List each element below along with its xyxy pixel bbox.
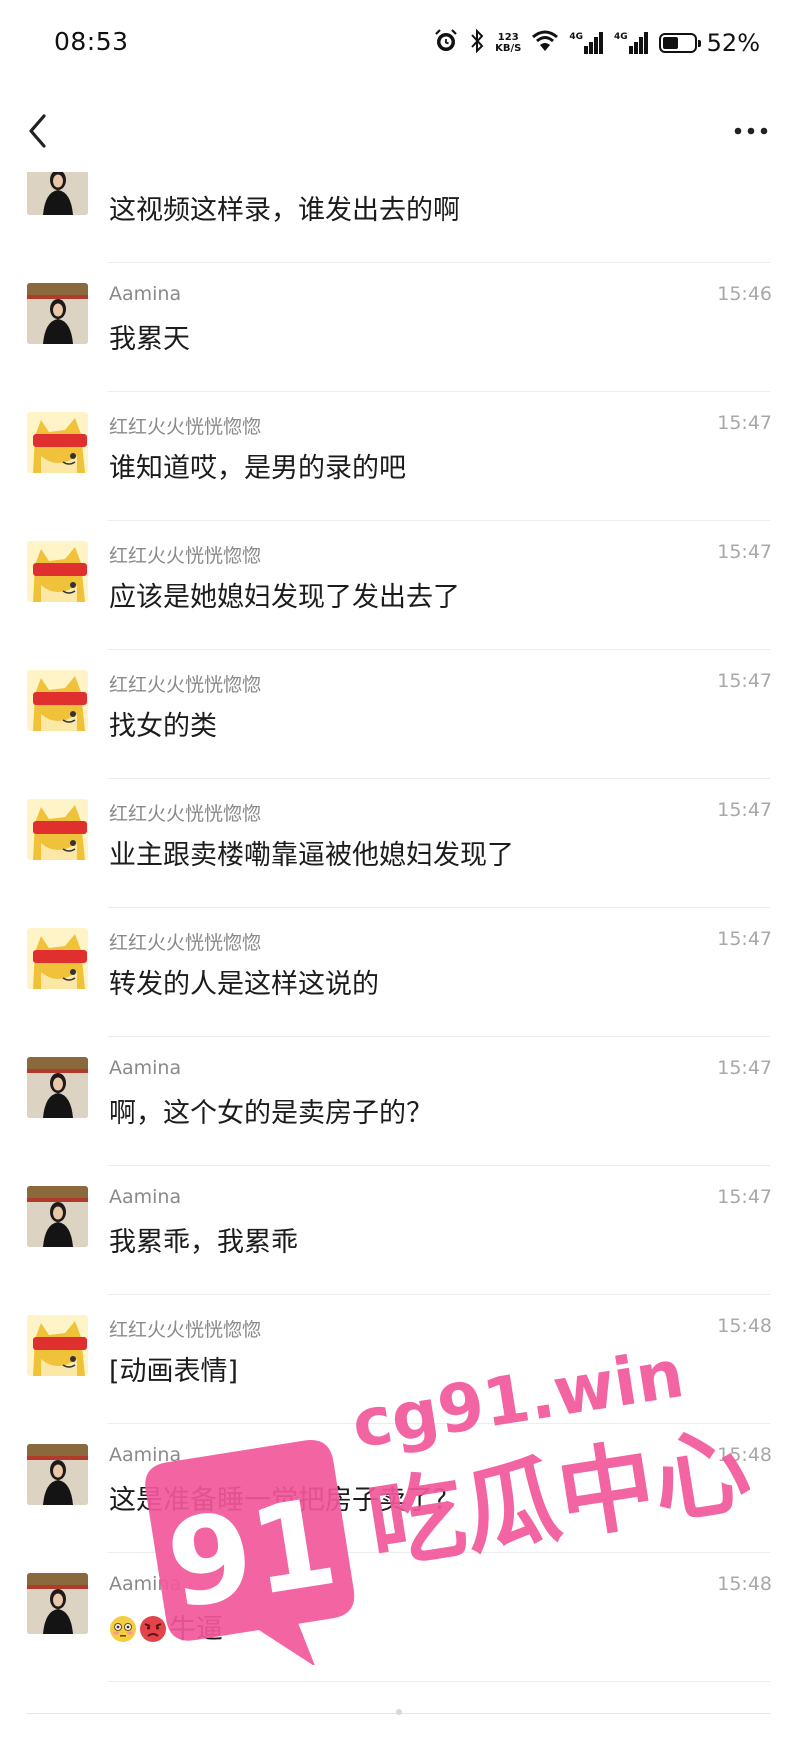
more-horizontal-icon <box>734 127 768 135</box>
message-divider <box>108 1681 770 1682</box>
message-text: 应该是她媳妇发现了发出去了 <box>109 575 460 614</box>
message-item[interactable]: 红红火火恍恍惚惚 15:48 [动画表情] <box>0 1295 800 1424</box>
message-item[interactable]: 红红火火恍恍惚惚 15:47 谁知道哎，是男的录的吧 <box>0 392 800 521</box>
message-item[interactable]: 红红火火恍恍惚惚 15:47 找女的类 <box>0 650 800 779</box>
wifi-icon <box>531 29 559 57</box>
message-time: 15:48 <box>717 1444 772 1466</box>
message-text: 这是准备睡一觉把房子卖了？ <box>109 1478 460 1517</box>
avatar-portrait[interactable] <box>27 1057 88 1118</box>
more-button[interactable] <box>732 116 772 146</box>
message-item[interactable]: Aamina 15:47 我累乖，我累乖 <box>0 1166 800 1295</box>
message-text: 我累天 <box>109 317 190 356</box>
message-time: 15:48 <box>717 1573 772 1595</box>
message-sender: Aamina <box>109 172 181 176</box>
message-time: 15:47 <box>717 1186 772 1208</box>
message-time: 15:47 <box>717 799 772 821</box>
message-time: 15:47 <box>717 670 772 692</box>
message-sender: Aamina <box>109 1444 182 1466</box>
net-speed-value: 123 <box>497 32 519 43</box>
message-time: 15:47 <box>717 412 772 434</box>
avatar-portrait[interactable] <box>27 1573 88 1634</box>
battery-percent: 52% <box>706 29 760 57</box>
message-text: 业主跟卖楼嘞靠逼被他媳妇发现了 <box>109 833 514 872</box>
avatar-portrait[interactable] <box>27 1186 88 1247</box>
signal-sim1-icon: 4G <box>569 32 604 54</box>
avatar-doge-icon[interactable] <box>27 670 88 731</box>
message-text: 啊，这个女的是卖房子的？ <box>109 1091 433 1130</box>
message-text-content: 应该是她媳妇发现了发出去了 <box>109 582 460 613</box>
message-time: 15:47 <box>717 928 772 950</box>
message-sender: 红红火火恍恍惚惚 <box>109 416 262 438</box>
message-item[interactable]: Aamina 15:46 我累天 <box>0 263 800 392</box>
red-angry-face-icon <box>139 1615 167 1643</box>
message-text-content: 业主跟卖楼嘞靠逼被他媳妇发现了 <box>109 840 514 871</box>
message-text: 谁知道哎，是男的录的吧 <box>109 446 406 485</box>
message-item[interactable]: Aamina 15:48 这是准备睡一觉把房子卖了？ <box>0 1424 800 1553</box>
message-text-content: 我累乖，我累乖 <box>109 1227 298 1258</box>
avatar-doge-icon[interactable] <box>27 412 88 473</box>
avatar-doge-icon[interactable] <box>27 799 88 860</box>
battery-fill <box>662 37 678 49</box>
message-text: 我累乖，我累乖 <box>109 1220 298 1259</box>
message-sender: 红红火火恍恍惚惚 <box>109 932 262 954</box>
chevron-left-icon <box>29 114 46 148</box>
bluetooth-icon <box>469 28 485 58</box>
message-text: [动画表情] <box>109 1349 238 1388</box>
scroll-indicator-dot <box>396 1709 402 1715</box>
message-text: 找女的类 <box>109 704 217 743</box>
status-bar: 08:53 123 KB/S 4G 4G 52% <box>0 0 800 90</box>
sim2-label: 4G <box>614 32 628 42</box>
message-text-content: 转发的人是这样这说的 <box>109 969 379 1000</box>
avatar-doge-icon[interactable] <box>27 928 88 989</box>
sim1-label: 4G <box>569 32 583 42</box>
message-sender: 红红火火恍恍惚惚 <box>109 1319 262 1341</box>
message-time: 15:46 <box>717 283 772 305</box>
message-sender: Aamina <box>109 1057 182 1079</box>
message-text-content: 啊，这个女的是卖房子的？ <box>109 1098 433 1129</box>
flushed-face-icon <box>109 1615 137 1643</box>
message-sender: Aamina <box>109 283 182 305</box>
net-speed-unit: KB/S <box>495 43 522 54</box>
status-time: 08:53 <box>54 27 129 56</box>
message-text-content: 我累天 <box>109 324 190 355</box>
message-time: 15:48 <box>717 1315 772 1337</box>
message-item[interactable]: Aamina 15:46 这视频这样录，谁发出去的啊 <box>0 172 800 263</box>
message-time: 15:46 <box>717 172 772 176</box>
avatar-portrait[interactable] <box>27 1444 88 1505</box>
message-text-content: 找女的类 <box>109 711 217 742</box>
message-text: 这视频这样录，谁发出去的啊 <box>109 188 460 227</box>
message-text-content: [动画表情] <box>109 1356 239 1387</box>
message-item[interactable]: 红红火火恍恍惚惚 15:47 应该是她媳妇发现了发出去了 <box>0 521 800 650</box>
message-time: 15:47 <box>717 541 772 563</box>
message-sender: 红红火火恍恍惚惚 <box>109 545 262 567</box>
battery-icon <box>658 33 701 53</box>
signal-sim2-icon: 4G <box>614 32 649 54</box>
message-item[interactable]: 红红火火恍恍惚惚 15:47 业主跟卖楼嘞靠逼被他媳妇发现了 <box>0 779 800 908</box>
message-sender: 红红火火恍恍惚惚 <box>109 803 262 825</box>
message-text-content: 这视频这样录，谁发出去的啊 <box>109 195 460 226</box>
message-item[interactable]: Aamina 15:47 啊，这个女的是卖房子的？ <box>0 1037 800 1166</box>
message-item[interactable]: Aamina 15:48 牛逼 <box>0 1553 800 1682</box>
avatar-portrait[interactable] <box>27 172 88 215</box>
message-sender: Aamina <box>109 1573 182 1595</box>
message-time: 15:47 <box>717 1057 772 1079</box>
message-text-content: 牛逼 <box>169 1614 223 1645</box>
nav-bar <box>0 90 800 172</box>
message-sender: 红红火火恍恍惚惚 <box>109 674 262 696</box>
message-sender: Aamina <box>109 1186 182 1208</box>
avatar-doge-icon[interactable] <box>27 1315 88 1376</box>
avatar-portrait[interactable] <box>27 283 88 344</box>
status-icons: 123 KB/S 4G 4G 52% <box>433 26 760 60</box>
alarm-icon <box>433 28 459 58</box>
message-text-content: 谁知道哎，是男的录的吧 <box>109 453 406 484</box>
message-text: 转发的人是这样这说的 <box>109 962 379 1001</box>
avatar-doge-icon[interactable] <box>27 541 88 602</box>
message-text-content: 这是准备睡一觉把房子卖了？ <box>109 1485 460 1516</box>
message-item[interactable]: 红红火火恍恍惚惚 15:47 转发的人是这样这说的 <box>0 908 800 1037</box>
back-button[interactable] <box>18 106 58 156</box>
net-speed: 123 KB/S <box>495 32 521 54</box>
message-list[interactable]: Aamina 15:46 这视频这样录，谁发出去的啊 Aamina 15:46 我累天红红… <box>0 172 800 1762</box>
message-text: 牛逼 <box>109 1607 223 1646</box>
